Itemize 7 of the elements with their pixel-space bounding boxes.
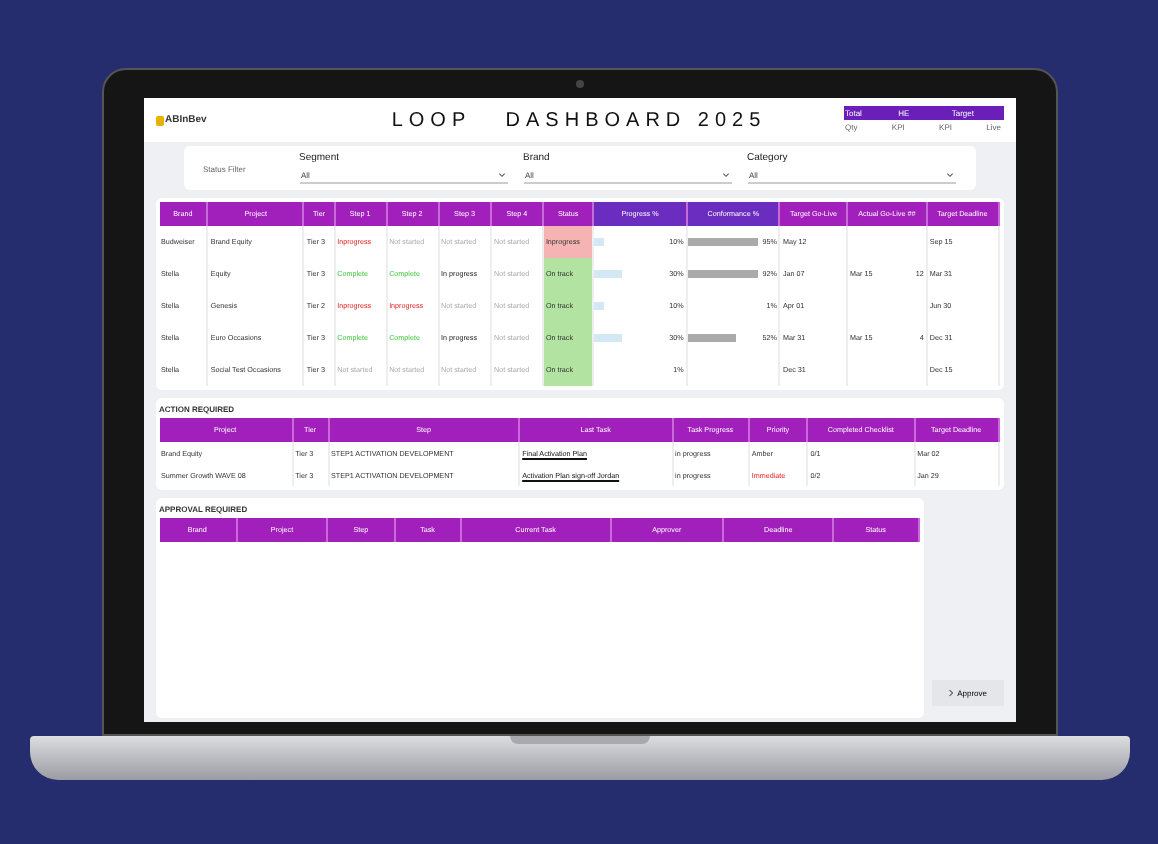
logo-icon	[155, 115, 163, 125]
chevron-icon	[497, 172, 505, 178]
dashboard-title: LOOP DASHBOARD 2025	[389, 109, 769, 131]
camera-icon	[575, 80, 583, 88]
chevron-icon	[945, 172, 953, 178]
approve-icon	[947, 688, 954, 698]
chevron-icon	[721, 172, 729, 178]
